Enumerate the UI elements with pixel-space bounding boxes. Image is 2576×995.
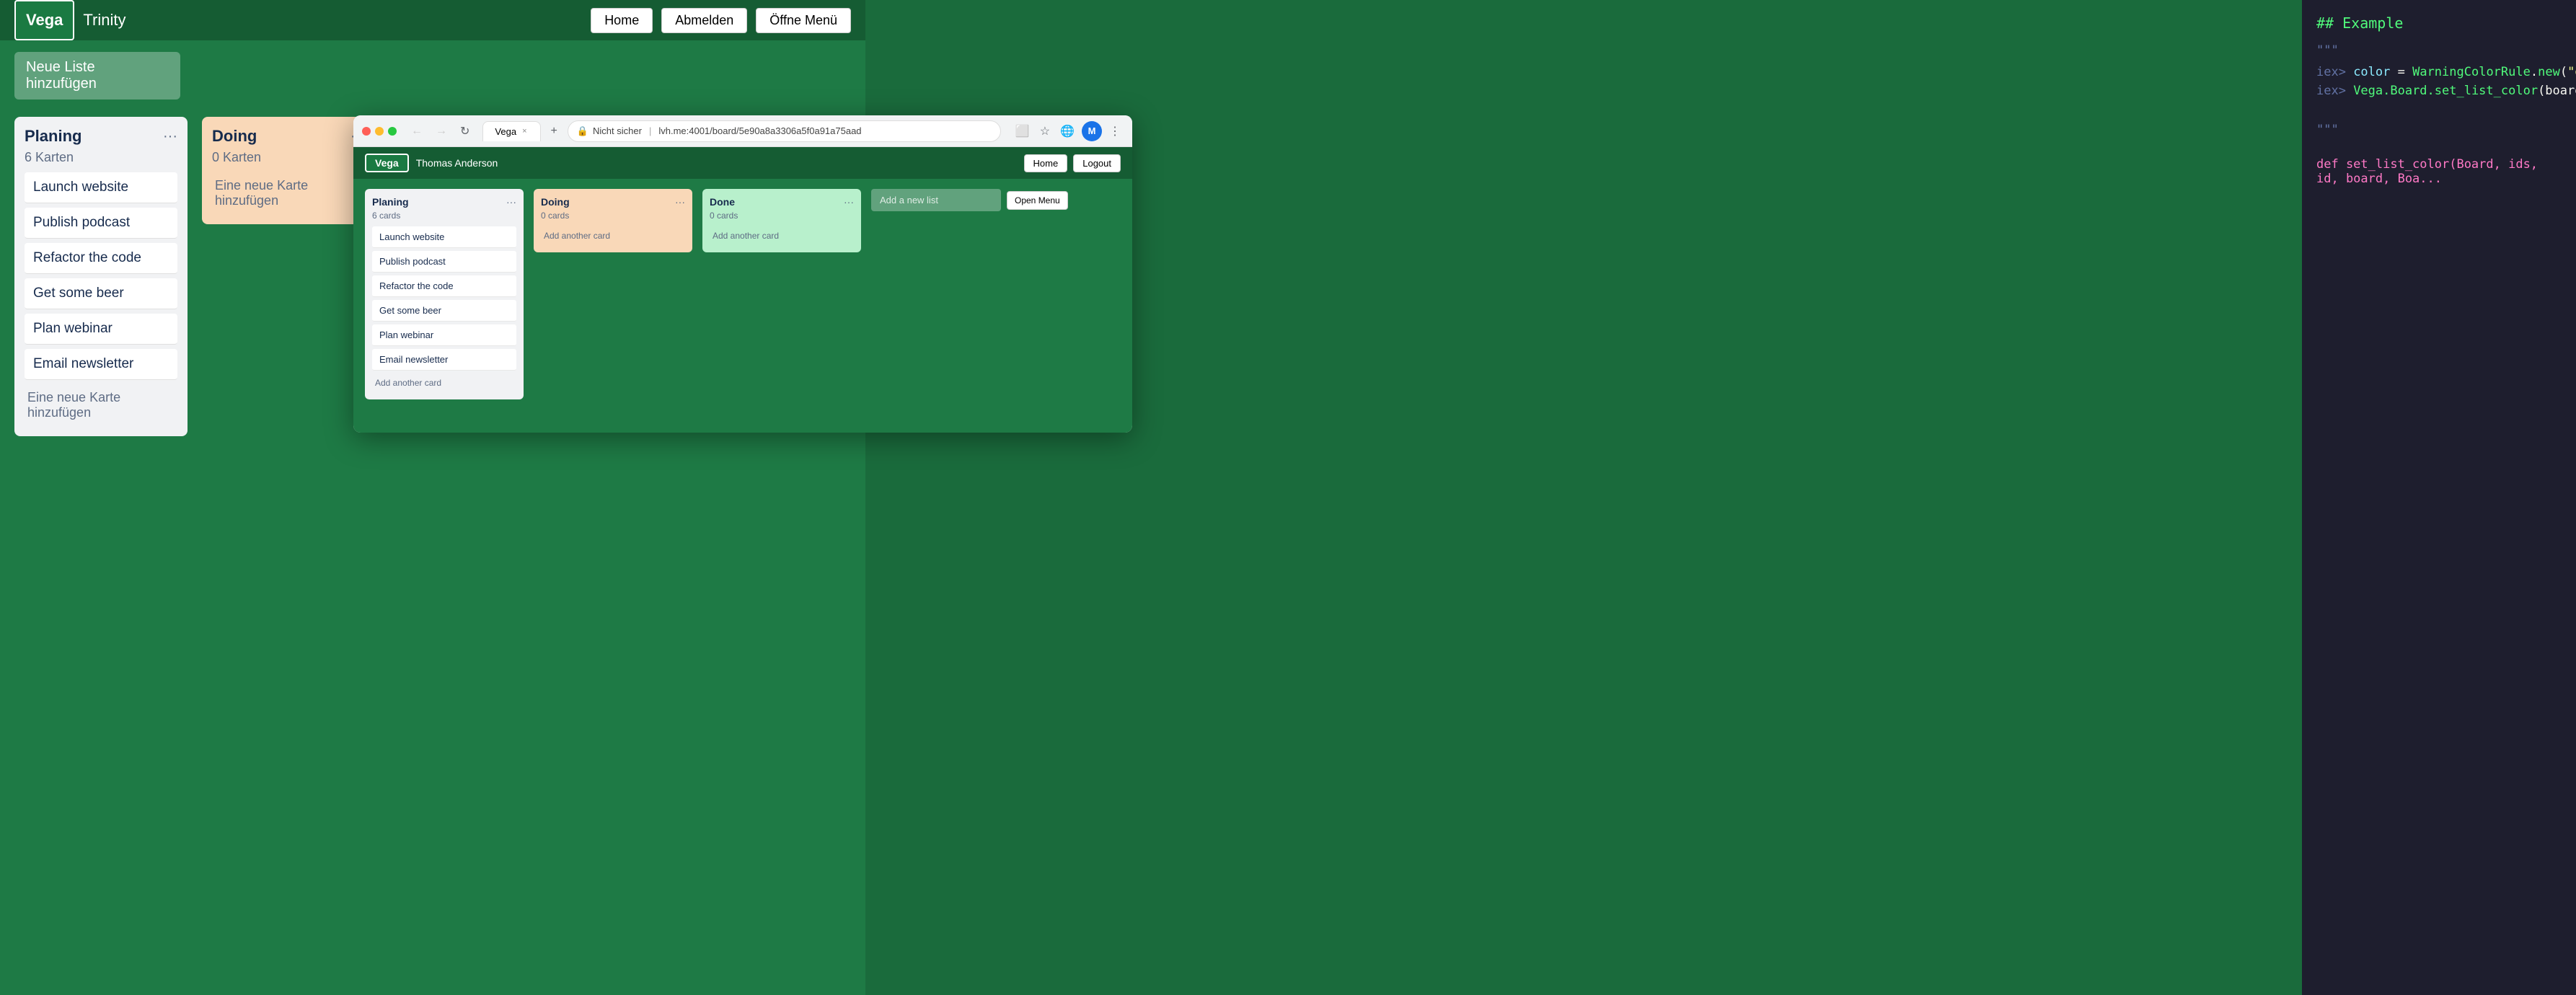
inner-list-done-title: Done <box>710 196 735 208</box>
inner-header-right: Home Logout <box>1024 154 1121 172</box>
code-panel: ## Example """ iex> color = WarningColor… <box>2302 0 2576 995</box>
inner-list-doing: Doing ··· 0 cards Add another card <box>534 189 692 252</box>
bg-list-planing-title: Planing <box>25 127 81 146</box>
inner-header: Vega Thomas Anderson Home Logout <box>353 147 1132 179</box>
security-icon: 🔒 <box>577 125 588 137</box>
list-item[interactable]: Plan webinar <box>25 314 177 345</box>
inner-doing-add-card[interactable]: Add another card <box>541 226 685 245</box>
browser-url: lvh.me:4001/board/5e90a8a3306a5f0a91a75a… <box>658 125 861 136</box>
bg-list-doing: Doing ··· 0 Karten Eine neue Karte hinzu… <box>202 117 375 224</box>
inner-home-button[interactable]: Home <box>1024 154 1068 172</box>
list-item[interactable]: Refactor the code <box>25 243 177 274</box>
browser-actions: ⬜ ☆ 🌐 M ⋮ <box>1013 121 1124 141</box>
browser-window: ← → ↻ Vega × + 🔒 Nicht sicher | lvh.me:4… <box>353 115 1132 433</box>
bg-user-name: Trinity <box>83 11 125 30</box>
inner-list-doing-header: Doing ··· <box>541 196 685 208</box>
list-item[interactable]: Get some beer <box>25 278 177 309</box>
browser-tab-title: Vega <box>495 126 516 137</box>
browser-address-bar[interactable]: 🔒 Nicht sicher | lvh.me:4001/board/5e90a… <box>568 120 1001 142</box>
browser-avatar[interactable]: M <box>1082 121 1102 141</box>
inner-list-doing-title: Doing <box>541 196 570 208</box>
cast-button[interactable]: ⬜ <box>1013 121 1033 141</box>
browser-tab[interactable]: Vega × <box>482 121 540 141</box>
list-item[interactable]: Plan webinar <box>372 324 516 346</box>
list-item[interactable]: Email newsletter <box>25 349 177 380</box>
list-item[interactable]: Launch website <box>372 226 516 248</box>
bg-list-doing-title: Doing <box>212 127 257 146</box>
browser-new-tab-button[interactable]: + <box>547 122 562 141</box>
inner-list-done-menu[interactable]: ··· <box>844 196 854 208</box>
bg-list-planing-count: 6 Karten <box>25 150 177 165</box>
inner-list-done-count: 0 cards <box>710 211 854 221</box>
browser-window-controls <box>362 127 397 136</box>
list-item[interactable]: Email newsletter <box>372 349 516 371</box>
inner-list-doing-menu[interactable]: ··· <box>675 196 685 208</box>
inner-open-menu-button[interactable]: Open Menu <box>1007 191 1068 210</box>
bg-list-planing-header: Planing ··· <box>25 127 177 146</box>
inner-add-list-area: Open Menu <box>871 189 1068 211</box>
bg-home-button[interactable]: Home <box>591 8 653 33</box>
list-item[interactable]: Launch website <box>25 172 177 203</box>
browser-tab-close[interactable]: × <box>521 127 528 136</box>
bg-list-planing-menu[interactable]: ··· <box>163 128 177 145</box>
inner-list-planing-header: Planing ··· <box>372 196 516 208</box>
bg-planing-add-card[interactable]: Eine neue Karte hinzufügen <box>25 384 177 426</box>
browser-back-button[interactable]: ← <box>407 122 427 141</box>
bg-list-doing-count: 0 Karten <box>212 150 365 165</box>
bg-list-doing-header: Doing ··· <box>212 127 365 146</box>
code-divider-2: """ <box>2316 123 2562 137</box>
code-line-1: iex> color = WarningColorRule.new("green… <box>2316 65 2562 79</box>
code-heading: ## Example <box>2316 14 2562 32</box>
inner-list-planing-menu[interactable]: ··· <box>506 196 516 208</box>
bg-app-name-button[interactable]: Vega <box>14 0 74 40</box>
list-item[interactable]: Get some beer <box>372 300 516 322</box>
inner-list-done: Done ··· 0 cards Add another card <box>702 189 861 252</box>
bg-doing-add-card[interactable]: Eine neue Karte hinzufügen <box>212 172 365 214</box>
bg-list-planing: Planing ··· 6 Karten Launch website Publ… <box>14 117 188 436</box>
browser-chrome: ← → ↻ Vega × + 🔒 Nicht sicher | lvh.me:4… <box>353 115 1132 147</box>
bg-header-right: Home Abmelden Öffne Menü <box>591 8 851 33</box>
inner-list-doing-count: 0 cards <box>541 211 685 221</box>
security-label: Nicht sicher <box>593 125 642 136</box>
inner-list-planing-count: 6 cards <box>372 211 516 221</box>
bg-header: Vega Trinity Home Abmelden Öffne Menü <box>0 0 865 40</box>
browser-forward-button[interactable]: → <box>431 122 451 141</box>
browser-dot-red <box>362 127 371 136</box>
bookmark-button[interactable]: ☆ <box>1037 121 1053 141</box>
bg-abmelden-button[interactable]: Abmelden <box>661 8 747 33</box>
browser-refresh-button[interactable]: ↻ <box>456 121 474 141</box>
inner-user-name: Thomas Anderson <box>416 157 498 169</box>
list-item[interactable]: Publish podcast <box>25 208 177 239</box>
browser-nav: ← → ↻ <box>407 121 474 141</box>
browser-dot-green <box>388 127 397 136</box>
inner-app: Vega Thomas Anderson Home Logout Planing… <box>353 147 1132 433</box>
inner-done-add-card[interactable]: Add another card <box>710 226 854 245</box>
inner-list-planing: Planing ··· 6 cards Launch website Publi… <box>365 189 524 399</box>
inner-planing-add-card[interactable]: Add another card <box>372 373 516 392</box>
inner-add-list-input[interactable] <box>871 189 1001 211</box>
inner-app-name-button[interactable]: Vega <box>365 154 409 172</box>
list-item[interactable]: Refactor the code <box>372 275 516 297</box>
inner-list-done-header: Done ··· <box>710 196 854 208</box>
browser-dot-yellow <box>375 127 384 136</box>
translate-button[interactable]: 🌐 <box>1057 121 1077 141</box>
more-button[interactable]: ⋮ <box>1106 121 1124 141</box>
code-line-2: iex> Vega.Board.set_list_color(board, li… <box>2316 84 2562 98</box>
code-def-line: def set_list_color(Board, ids, id, board… <box>2316 157 2562 186</box>
bg-oeffne-menu-button[interactable]: Öffne Menü <box>756 8 851 33</box>
inner-list-planing-title: Planing <box>372 196 409 208</box>
list-item[interactable]: Publish podcast <box>372 251 516 273</box>
bg-neue-liste-label: Neue Liste hinzufügen <box>26 59 97 92</box>
inner-board: Planing ··· 6 cards Launch website Publi… <box>353 179 1132 410</box>
inner-logout-button[interactable]: Logout <box>1073 154 1121 172</box>
code-divider: """ <box>2316 43 2562 58</box>
